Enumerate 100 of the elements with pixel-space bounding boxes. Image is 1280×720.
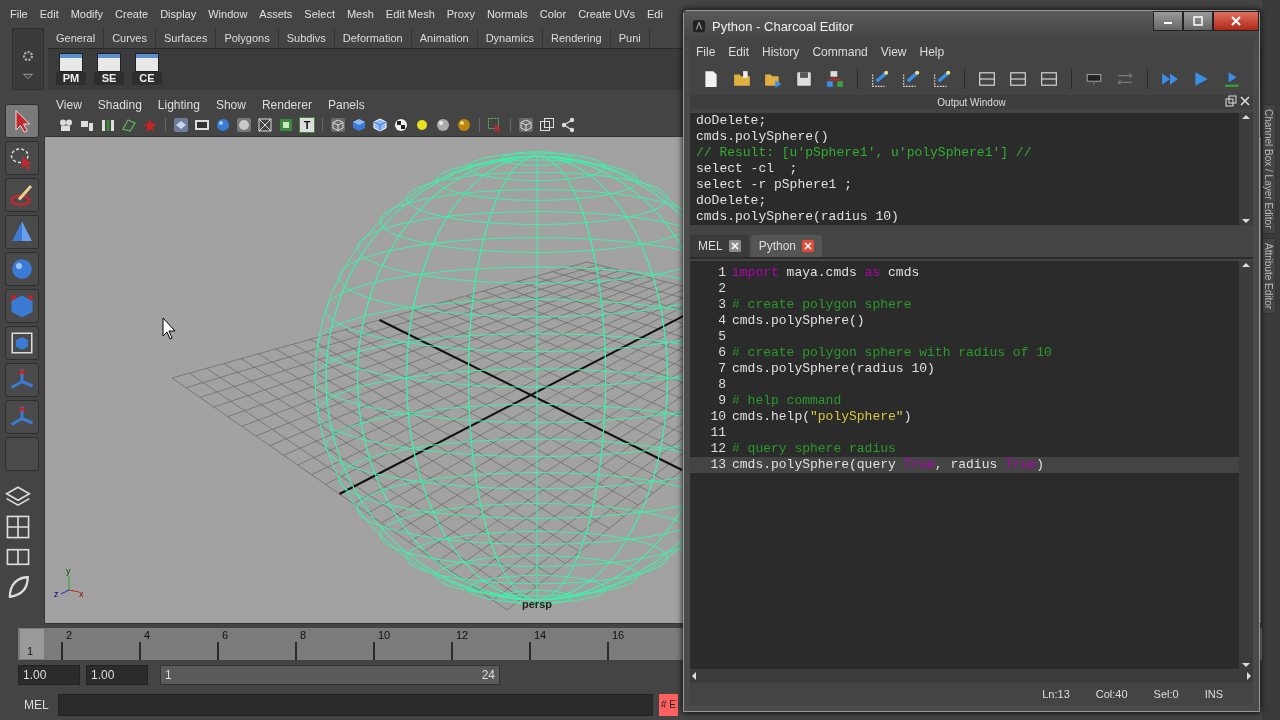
checker-ball-icon[interactable] bbox=[393, 117, 409, 133]
shelf-button[interactable]: CE bbox=[132, 53, 162, 86]
tree-icon[interactable] bbox=[826, 70, 844, 88]
shelf-tab[interactable]: Puni bbox=[610, 29, 650, 47]
editor-tab[interactable]: Python bbox=[750, 235, 823, 257]
menu-item[interactable]: Create UVs bbox=[572, 8, 641, 20]
scroll-down-icon[interactable] bbox=[1242, 663, 1250, 667]
cube-outline-icon[interactable] bbox=[518, 117, 534, 133]
plane-icon[interactable] bbox=[121, 117, 137, 133]
menu-item[interactable]: View bbox=[874, 45, 914, 59]
nodes-icon[interactable] bbox=[560, 117, 576, 133]
start-time-field[interactable]: 1.00 bbox=[18, 665, 80, 685]
pane-icon[interactable] bbox=[1040, 70, 1058, 88]
menu-item[interactable]: File bbox=[4, 8, 34, 20]
menu-item[interactable]: Color bbox=[533, 8, 573, 20]
menu-item[interactable]: Select bbox=[298, 8, 341, 20]
editor-tab[interactable]: MEL bbox=[690, 235, 749, 257]
shelf-tab[interactable]: Subdivs bbox=[278, 29, 335, 47]
two-squares-icon[interactable] bbox=[539, 117, 555, 133]
shelf-tab[interactable]: General bbox=[48, 29, 105, 47]
pane-icon[interactable] bbox=[978, 70, 996, 88]
save-icon[interactable] bbox=[795, 70, 813, 88]
sphere-icon[interactable] bbox=[215, 117, 231, 133]
sphere-icon[interactable] bbox=[456, 117, 472, 133]
pane-icon[interactable] bbox=[1009, 70, 1027, 88]
flashlight-icon[interactable] bbox=[902, 70, 920, 88]
close-button[interactable] bbox=[1213, 11, 1259, 31]
playback-start-field[interactable]: 1.00 bbox=[86, 665, 148, 685]
selection-box-icon[interactable] bbox=[487, 117, 503, 133]
new-file-icon[interactable] bbox=[702, 70, 720, 88]
panel-menu-item[interactable]: Shading bbox=[89, 98, 150, 112]
side-tab[interactable]: Channel Box / Layer Editor bbox=[1262, 104, 1276, 234]
shelf-tab[interactable]: Curves bbox=[104, 29, 156, 47]
shelf-button[interactable]: PM bbox=[56, 53, 86, 86]
sphere-icon[interactable] bbox=[435, 117, 451, 133]
menu-item[interactable]: Display bbox=[154, 8, 203, 20]
grid-icon[interactable] bbox=[173, 117, 189, 133]
shelf-tab[interactable]: Dynamics bbox=[477, 29, 543, 47]
menu-item[interactable]: Help bbox=[913, 45, 952, 59]
circle-icon[interactable] bbox=[236, 117, 252, 133]
minimize-button[interactable] bbox=[1153, 11, 1183, 31]
crossed-box-icon[interactable] bbox=[257, 117, 273, 133]
menu-item[interactable]: Assets bbox=[253, 8, 299, 20]
tool-button[interactable] bbox=[5, 326, 39, 360]
star-icon[interactable] bbox=[142, 117, 158, 133]
menu-item[interactable]: File bbox=[690, 45, 723, 59]
scroll-right-icon[interactable] bbox=[1247, 672, 1251, 680]
menu-item[interactable]: Window bbox=[202, 8, 254, 20]
close-icon[interactable] bbox=[728, 240, 741, 252]
tool-button[interactable] bbox=[5, 141, 39, 175]
scroll-up-icon[interactable] bbox=[1242, 115, 1250, 119]
menu-item[interactable]: History bbox=[756, 45, 807, 59]
playback-range-bar[interactable]: 1 24 bbox=[160, 665, 500, 685]
panel-menu-item[interactable]: Panels bbox=[319, 98, 373, 112]
shelf-tab[interactable]: Deformation bbox=[334, 29, 412, 47]
menu-item[interactable]: Create bbox=[109, 8, 155, 20]
menu-item[interactable]: Edi bbox=[641, 8, 669, 20]
play-icon[interactable] bbox=[1192, 70, 1210, 88]
light-icon[interactable] bbox=[414, 117, 430, 133]
cube-icon[interactable] bbox=[351, 117, 367, 133]
cube-icon[interactable] bbox=[372, 117, 388, 133]
language-toggle[interactable]: MEL bbox=[10, 698, 52, 712]
float-icon[interactable] bbox=[1225, 95, 1237, 107]
text-tool-button[interactable]: T bbox=[299, 117, 315, 133]
panel-menu-item[interactable]: Renderer bbox=[253, 98, 320, 112]
flashlight-icon[interactable] bbox=[933, 70, 951, 88]
four-pane-icon[interactable] bbox=[5, 514, 31, 540]
folder-icon[interactable] bbox=[733, 70, 751, 88]
panel-menu-item[interactable]: Lighting bbox=[149, 98, 208, 112]
menu-item[interactable]: Modify bbox=[64, 8, 110, 20]
scroll-left-icon[interactable] bbox=[692, 672, 696, 680]
current-frame-marker[interactable] bbox=[20, 629, 44, 659]
shelf-tab[interactable]: Rendering bbox=[542, 29, 611, 47]
close-icon[interactable] bbox=[802, 240, 815, 252]
menu-item[interactable]: Edit bbox=[33, 8, 65, 20]
scroll-down-icon[interactable] bbox=[1242, 219, 1250, 223]
wireframe-cube-icon[interactable] bbox=[330, 117, 346, 133]
panel-menu-item[interactable]: View bbox=[48, 98, 90, 112]
bars-icon[interactable] bbox=[100, 117, 116, 133]
command-field[interactable] bbox=[58, 694, 653, 716]
menu-item[interactable]: Mesh bbox=[340, 8, 380, 20]
shelf-tab[interactable]: Animation bbox=[411, 29, 478, 47]
panel-menu-item[interactable]: Show bbox=[207, 98, 254, 112]
horizontal-scrollbar[interactable] bbox=[690, 669, 1253, 683]
tool-button[interactable] bbox=[5, 215, 39, 249]
tool-button[interactable] bbox=[5, 252, 39, 286]
tool-button[interactable] bbox=[5, 104, 39, 138]
texture-icon[interactable] bbox=[278, 117, 294, 133]
shelf-tab[interactable]: Polygons bbox=[216, 29, 279, 47]
film-gate-icon[interactable] bbox=[194, 117, 210, 133]
scroll-up-icon[interactable] bbox=[1242, 263, 1250, 267]
close-icon[interactable] bbox=[1239, 95, 1251, 107]
menu-item[interactable]: Edit bbox=[722, 45, 757, 59]
shelf-button[interactable]: SE bbox=[94, 53, 124, 86]
menu-item[interactable]: Normals bbox=[480, 8, 534, 20]
flashlight-icon[interactable] bbox=[871, 70, 889, 88]
vertical-scrollbar[interactable] bbox=[1239, 261, 1253, 669]
maximize-button[interactable] bbox=[1183, 11, 1213, 31]
vertical-scrollbar[interactable] bbox=[1239, 113, 1253, 225]
menu-item[interactable]: Proxy bbox=[440, 8, 481, 20]
